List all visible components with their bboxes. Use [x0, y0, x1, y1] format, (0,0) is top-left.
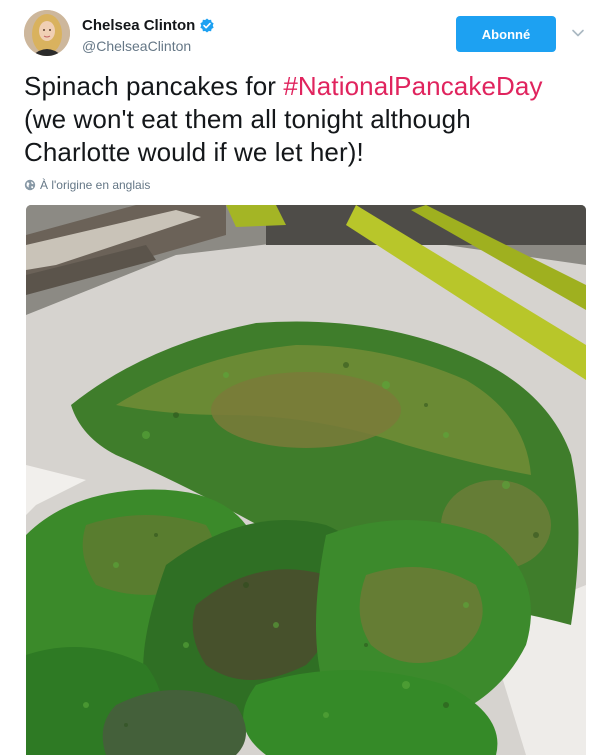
- translation-notice[interactable]: À l'origine en anglais: [24, 176, 150, 194]
- tweet-photo[interactable]: [26, 205, 586, 755]
- tweet-header: Chelsea Clinton @ChelseaClinton Abonné: [24, 10, 594, 60]
- hashtag-link[interactable]: #NationalPancakeDay: [283, 71, 542, 101]
- globe-icon: [24, 179, 36, 191]
- tweet: Chelsea Clinton @ChelseaClinton Abonné S…: [0, 0, 603, 755]
- user-name-block: Chelsea Clinton @ChelseaClinton: [82, 16, 215, 55]
- following-button[interactable]: Abonné: [456, 16, 556, 52]
- chevron-down-icon[interactable]: [571, 26, 585, 40]
- spinach-pancakes-photo: [26, 205, 586, 755]
- tweet-text-lead: Spinach pancakes for: [24, 71, 284, 101]
- display-name[interactable]: Chelsea Clinton: [82, 16, 195, 36]
- tweet-text-tail: (we won't eat them all tonight although …: [24, 104, 471, 167]
- verified-badge-icon: [200, 18, 214, 33]
- avatar[interactable]: [24, 10, 70, 56]
- tweet-text: Spinach pancakes for #NationalPancakeDay…: [24, 70, 584, 169]
- translation-label: À l'origine en anglais: [40, 178, 151, 192]
- user-handle[interactable]: @ChelseaClinton: [82, 37, 215, 55]
